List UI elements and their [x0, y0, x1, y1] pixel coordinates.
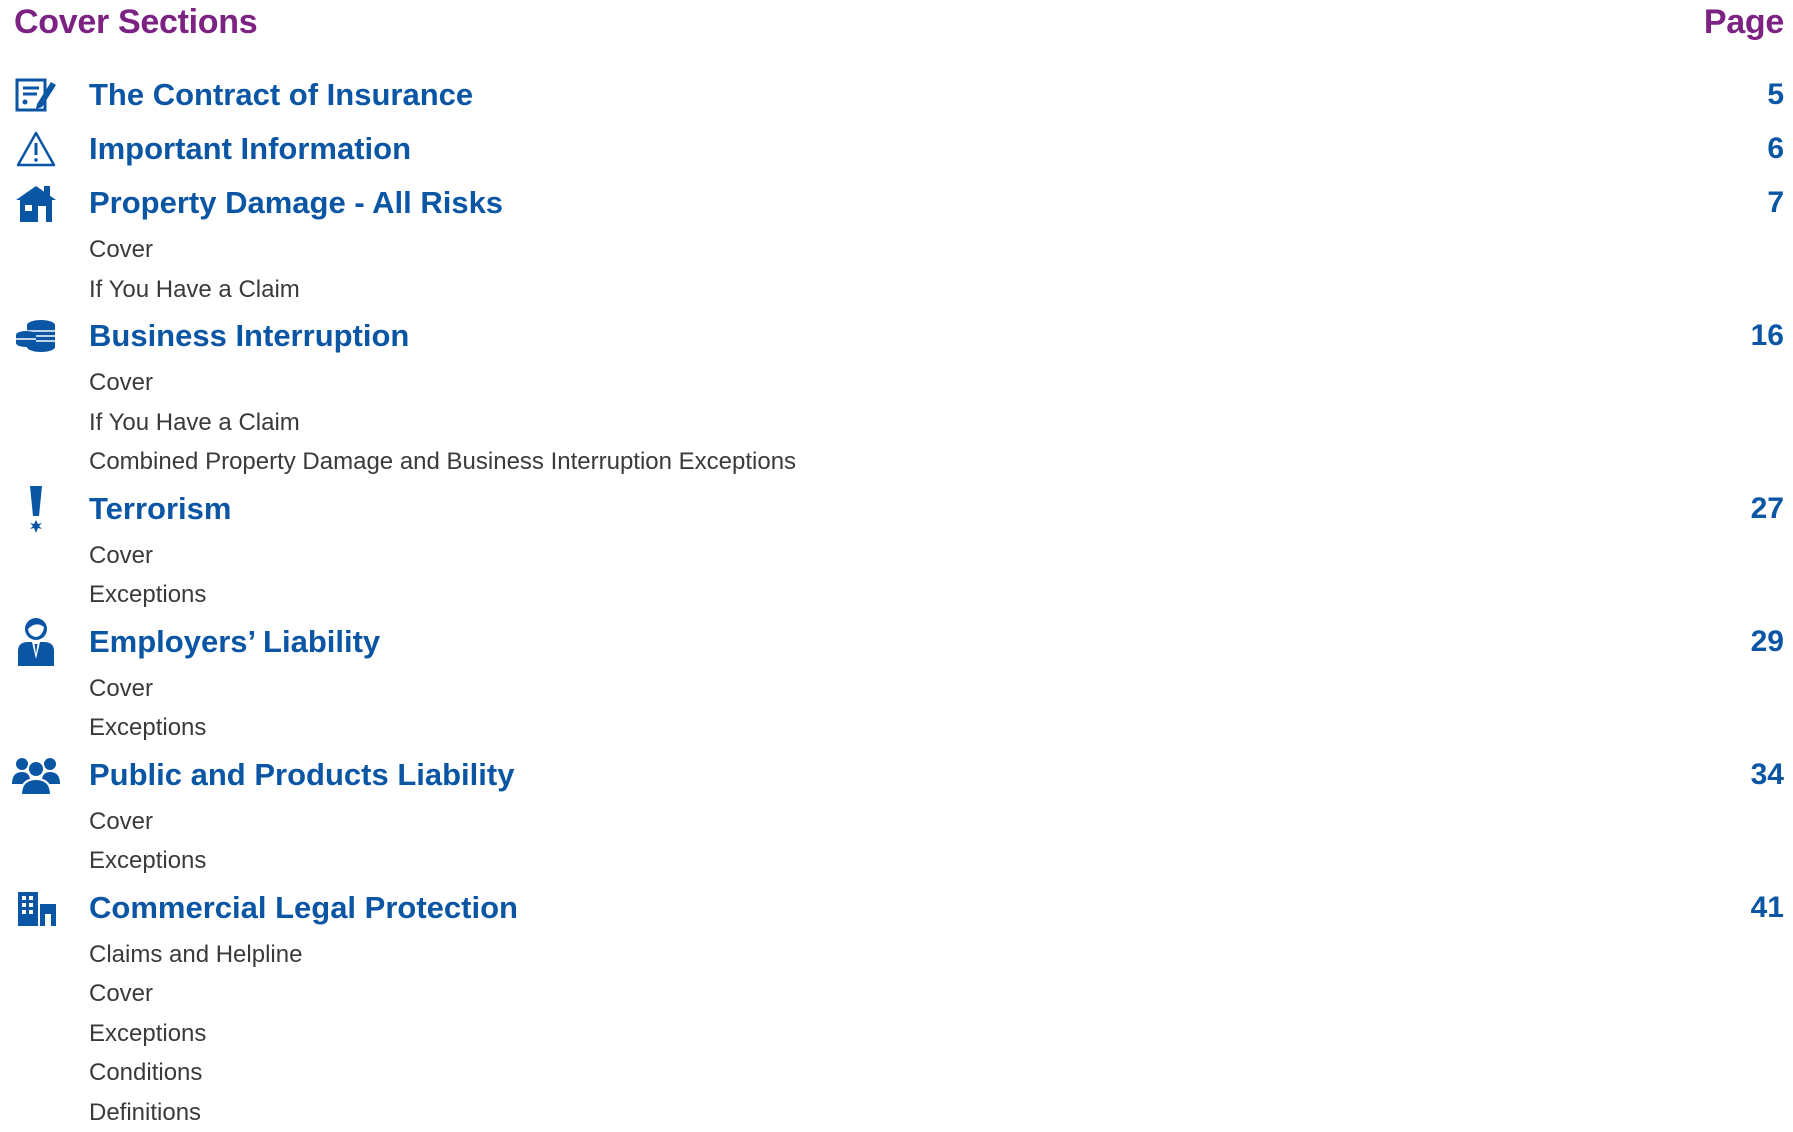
subsection-item[interactable]: Exceptions: [0, 841, 1793, 881]
toc-section-heading[interactable]: Important Information 6: [0, 122, 1793, 176]
toc-section-heading[interactable]: Commercial Legal Protection 41: [0, 881, 1793, 935]
toc-section-heading[interactable]: Property Damage - All Risks 7: [0, 176, 1793, 230]
section-title: Terrorism: [89, 482, 231, 536]
subsection-list: CoverIf You Have a Claim: [0, 230, 1793, 309]
toc-section-heading[interactable]: Business Interruption 16: [0, 309, 1793, 363]
page-number: 16: [1751, 309, 1784, 363]
subsection-list: CoverIf You Have a ClaimCombined Propert…: [0, 363, 1793, 482]
subsection-item[interactable]: Claims and Helpline: [0, 935, 1793, 975]
page-number: 6: [1767, 122, 1784, 176]
subsection-item[interactable]: Combined Property Damage and Business In…: [0, 442, 1793, 482]
section-title: Employers’ Liability: [89, 615, 380, 669]
page-number: 27: [1751, 482, 1784, 536]
toc-section: Commercial Legal Protection 41Claims and …: [0, 881, 1793, 1132]
toc-section: Important Information 6: [0, 122, 1793, 176]
office-building-icon: [12, 885, 60, 931]
subsection-item[interactable]: If You Have a Claim: [0, 270, 1793, 310]
subsection-item[interactable]: Cover: [0, 363, 1793, 403]
subsection-item[interactable]: Cover: [0, 802, 1793, 842]
toc-section: Employers’ Liability 29CoverExceptions: [0, 615, 1793, 748]
subsection-item[interactable]: Cover: [0, 669, 1793, 709]
toc-section-heading[interactable]: Public and Products Liability 34: [0, 748, 1793, 802]
subsection-item[interactable]: Cover: [0, 536, 1793, 576]
section-title: Important Information: [89, 122, 411, 176]
toc-section-heading[interactable]: The Contract of Insurance 5: [0, 68, 1793, 122]
toc-section: Public and Products Liability 34CoverExce…: [0, 748, 1793, 881]
page-number: 5: [1767, 68, 1784, 122]
subsection-list: CoverExceptions: [0, 802, 1793, 881]
subsection-list: Claims and HelplineCoverExceptionsCondit…: [0, 935, 1793, 1132]
subsection-item[interactable]: Exceptions: [0, 1014, 1793, 1054]
toc-section: Terrorism 27CoverExceptions: [0, 482, 1793, 615]
subsection-item[interactable]: Cover: [0, 230, 1793, 270]
people-group-icon: [12, 752, 60, 798]
toc-header: Cover Sections Page: [14, 0, 1784, 44]
toc-section-heading[interactable]: Employers’ Liability 29: [0, 615, 1793, 669]
subsection-item[interactable]: Cover: [0, 974, 1793, 1014]
toc-section: Property Damage - All Risks 7CoverIf You …: [0, 176, 1793, 309]
page-number: 7: [1767, 176, 1784, 230]
explosion-exclamation-icon: [12, 486, 60, 532]
table-of-contents: The Contract of Insurance5Important Info…: [0, 68, 1793, 1132]
page-number: 29: [1751, 615, 1784, 669]
toc-section: The Contract of Insurance 5: [0, 68, 1793, 122]
section-title: Commercial Legal Protection: [89, 881, 518, 935]
subsection-item[interactable]: If You Have a Claim: [0, 403, 1793, 443]
subsection-item[interactable]: Exceptions: [0, 575, 1793, 615]
toc-section: Business Interruption 16CoverIf You Have …: [0, 309, 1793, 482]
document-edit-icon: [12, 72, 60, 118]
subsection-list: CoverExceptions: [0, 669, 1793, 748]
subsection-item[interactable]: Exceptions: [0, 708, 1793, 748]
section-title: Public and Products Liability: [89, 748, 514, 802]
page-column-label: Page: [1704, 3, 1784, 42]
toc-section-heading[interactable]: Terrorism 27: [0, 482, 1793, 536]
coins-icon: [12, 313, 60, 359]
toc-title: Cover Sections: [14, 3, 257, 42]
subsection-item[interactable]: Conditions: [0, 1053, 1793, 1093]
section-title: Business Interruption: [89, 309, 409, 363]
page-number: 34: [1751, 748, 1784, 802]
subsection-list: CoverExceptions: [0, 536, 1793, 615]
house-icon: [12, 180, 60, 226]
section-title: Property Damage - All Risks: [89, 176, 503, 230]
section-title: The Contract of Insurance: [89, 68, 473, 122]
warning-triangle-icon: [12, 126, 60, 172]
page-number: 41: [1751, 881, 1784, 935]
employee-icon: [12, 619, 60, 665]
subsection-item[interactable]: Definitions: [0, 1093, 1793, 1132]
